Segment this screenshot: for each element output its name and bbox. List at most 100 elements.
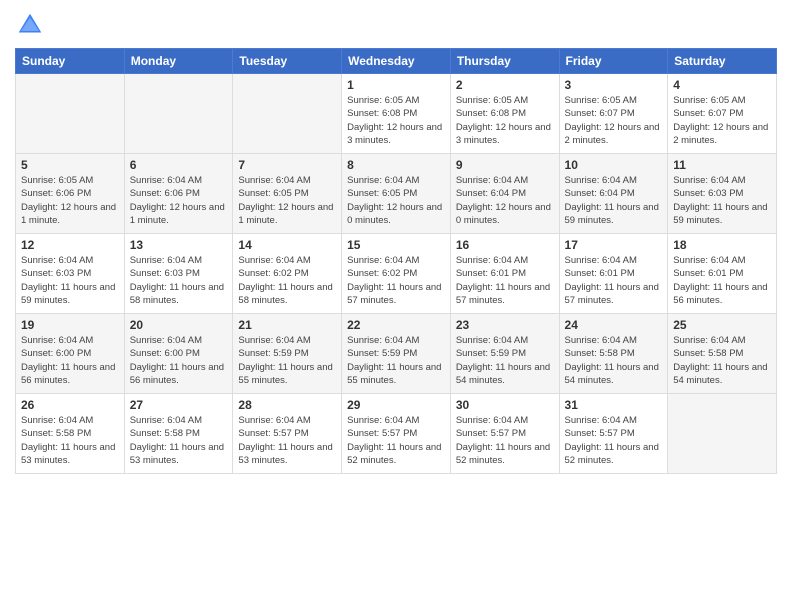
day-info: Sunrise: 6:04 AM Sunset: 6:03 PM Dayligh… xyxy=(130,254,228,307)
calendar-cell: 18 Sunrise: 6:04 AM Sunset: 6:01 PM Dayli… xyxy=(668,234,777,314)
day-info: Sunrise: 6:04 AM Sunset: 5:58 PM Dayligh… xyxy=(130,414,228,467)
day-number: 17 xyxy=(565,238,663,252)
logo-icon xyxy=(15,10,45,40)
day-info: Sunrise: 6:04 AM Sunset: 5:58 PM Dayligh… xyxy=(673,334,771,387)
calendar-cell: 17 Sunrise: 6:04 AM Sunset: 6:01 PM Dayli… xyxy=(559,234,668,314)
calendar-cell: 21Sunrise: 6:04 AM Sunset: 5:59 PM Dayli… xyxy=(233,314,342,394)
day-info: Sunrise: 6:04 AM Sunset: 5:57 PM Dayligh… xyxy=(347,414,445,467)
weekday-header-wednesday: Wednesday xyxy=(342,49,451,74)
day-info: Sunrise: 6:04 AM Sunset: 6:02 PM Dayligh… xyxy=(347,254,445,307)
calendar-header: SundayMondayTuesdayWednesdayThursdayFrid… xyxy=(16,49,777,74)
calendar-cell: 6 Sunrise: 6:04 AM Sunset: 6:06 PM Daylig… xyxy=(124,154,233,234)
calendar-cell: 29 Sunrise: 6:04 AM Sunset: 5:57 PM Dayli… xyxy=(342,394,451,474)
day-number: 8 xyxy=(347,158,445,172)
day-info: Sunrise: 6:04 AM Sunset: 6:01 PM Dayligh… xyxy=(456,254,554,307)
weekday-header-sunday: Sunday xyxy=(16,49,125,74)
calendar-cell xyxy=(16,74,125,154)
day-number: 18 xyxy=(673,238,771,252)
calendar-cell: 7 Sunrise: 6:04 AM Sunset: 6:05 PM Daylig… xyxy=(233,154,342,234)
day-number: 6 xyxy=(130,158,228,172)
logo xyxy=(15,10,49,40)
day-info: Sunrise: 6:04 AM Sunset: 6:05 PM Dayligh… xyxy=(238,174,336,227)
calendar-cell: 15 Sunrise: 6:04 AM Sunset: 6:02 PM Dayli… xyxy=(342,234,451,314)
day-info: Sunrise: 6:04 AM Sunset: 5:58 PM Dayligh… xyxy=(565,334,663,387)
calendar-cell: 2 Sunrise: 6:05 AM Sunset: 6:08 PM Daylig… xyxy=(450,74,559,154)
day-info: Sunrise: 6:04 AM Sunset: 6:01 PM Dayligh… xyxy=(673,254,771,307)
day-number: 20 xyxy=(130,318,228,332)
calendar-cell: 28 Sunrise: 6:04 AM Sunset: 5:57 PM Dayli… xyxy=(233,394,342,474)
calendar-cell xyxy=(668,394,777,474)
calendar-cell: 3 Sunrise: 6:05 AM Sunset: 6:07 PM Daylig… xyxy=(559,74,668,154)
day-number: 23 xyxy=(456,318,554,332)
day-info: Sunrise: 6:05 AM Sunset: 6:07 PM Dayligh… xyxy=(565,94,663,147)
day-number: 3 xyxy=(565,78,663,92)
day-number: 27 xyxy=(130,398,228,412)
weekday-header-monday: Monday xyxy=(124,49,233,74)
day-info: Sunrise: 6:04 AM Sunset: 6:05 PM Dayligh… xyxy=(347,174,445,227)
calendar-cell: 12 Sunrise: 6:04 AM Sunset: 6:03 PM Dayli… xyxy=(16,234,125,314)
day-number: 15 xyxy=(347,238,445,252)
calendar-cell: 4 Sunrise: 6:05 AM Sunset: 6:07 PM Daylig… xyxy=(668,74,777,154)
day-info: Sunrise: 6:04 AM Sunset: 6:04 PM Dayligh… xyxy=(456,174,554,227)
day-number: 9 xyxy=(456,158,554,172)
day-info: Sunrise: 6:04 AM Sunset: 6:04 PM Dayligh… xyxy=(565,174,663,227)
calendar-cell xyxy=(124,74,233,154)
calendar-cell: 14Sunrise: 6:04 AM Sunset: 6:02 PM Dayli… xyxy=(233,234,342,314)
calendar-week-3: 12 Sunrise: 6:04 AM Sunset: 6:03 PM Dayli… xyxy=(16,234,777,314)
day-info: Sunrise: 6:04 AM Sunset: 6:06 PM Dayligh… xyxy=(130,174,228,227)
day-info: Sunrise: 6:04 AM Sunset: 6:01 PM Dayligh… xyxy=(565,254,663,307)
day-info: Sunrise: 6:04 AM Sunset: 6:03 PM Dayligh… xyxy=(21,254,119,307)
day-number: 30 xyxy=(456,398,554,412)
day-number: 1 xyxy=(347,78,445,92)
day-info: Sunrise: 6:05 AM Sunset: 6:06 PM Dayligh… xyxy=(21,174,119,227)
weekday-header-row: SundayMondayTuesdayWednesdayThursdayFrid… xyxy=(16,49,777,74)
calendar-cell: 1 Sunrise: 6:05 AM Sunset: 6:08 PM Daylig… xyxy=(342,74,451,154)
calendar-week-1: 1 Sunrise: 6:05 AM Sunset: 6:08 PM Daylig… xyxy=(16,74,777,154)
calendar-table: SundayMondayTuesdayWednesdayThursdayFrid… xyxy=(15,48,777,474)
day-number: 4 xyxy=(673,78,771,92)
calendar-cell: 31Sunrise: 6:04 AM Sunset: 5:57 PM Dayli… xyxy=(559,394,668,474)
day-info: Sunrise: 6:04 AM Sunset: 5:57 PM Dayligh… xyxy=(565,414,663,467)
page: SundayMondayTuesdayWednesdayThursdayFrid… xyxy=(0,0,792,612)
calendar-cell: 13 Sunrise: 6:04 AM Sunset: 6:03 PM Dayli… xyxy=(124,234,233,314)
day-number: 12 xyxy=(21,238,119,252)
calendar-cell: 5 Sunrise: 6:05 AM Sunset: 6:06 PM Daylig… xyxy=(16,154,125,234)
day-number: 19 xyxy=(21,318,119,332)
day-number: 7 xyxy=(238,158,336,172)
day-info: Sunrise: 6:04 AM Sunset: 5:58 PM Dayligh… xyxy=(21,414,119,467)
weekday-header-thursday: Thursday xyxy=(450,49,559,74)
day-number: 28 xyxy=(238,398,336,412)
day-info: Sunrise: 6:05 AM Sunset: 6:08 PM Dayligh… xyxy=(347,94,445,147)
calendar-cell: 16Sunrise: 6:04 AM Sunset: 6:01 PM Dayli… xyxy=(450,234,559,314)
calendar-cell: 27 Sunrise: 6:04 AM Sunset: 5:58 PM Dayli… xyxy=(124,394,233,474)
weekday-header-friday: Friday xyxy=(559,49,668,74)
day-number: 13 xyxy=(130,238,228,252)
day-info: Sunrise: 6:05 AM Sunset: 6:08 PM Dayligh… xyxy=(456,94,554,147)
day-number: 26 xyxy=(21,398,119,412)
header xyxy=(15,10,777,40)
day-info: Sunrise: 6:04 AM Sunset: 6:02 PM Dayligh… xyxy=(238,254,336,307)
calendar-week-2: 5 Sunrise: 6:05 AM Sunset: 6:06 PM Daylig… xyxy=(16,154,777,234)
day-info: Sunrise: 6:04 AM Sunset: 6:03 PM Dayligh… xyxy=(673,174,771,227)
calendar-cell: 22Sunrise: 6:04 AM Sunset: 5:59 PM Dayli… xyxy=(342,314,451,394)
day-number: 10 xyxy=(565,158,663,172)
weekday-header-saturday: Saturday xyxy=(668,49,777,74)
day-number: 29 xyxy=(347,398,445,412)
calendar-cell: 8 Sunrise: 6:04 AM Sunset: 6:05 PM Daylig… xyxy=(342,154,451,234)
calendar-cell: 24 Sunrise: 6:04 AM Sunset: 5:58 PM Dayli… xyxy=(559,314,668,394)
weekday-header-tuesday: Tuesday xyxy=(233,49,342,74)
day-info: Sunrise: 6:04 AM Sunset: 5:59 PM Dayligh… xyxy=(347,334,445,387)
day-info: Sunrise: 6:05 AM Sunset: 6:07 PM Dayligh… xyxy=(673,94,771,147)
day-number: 5 xyxy=(21,158,119,172)
day-number: 25 xyxy=(673,318,771,332)
day-info: Sunrise: 6:04 AM Sunset: 5:57 PM Dayligh… xyxy=(238,414,336,467)
day-number: 2 xyxy=(456,78,554,92)
calendar-cell: 20Sunrise: 6:04 AM Sunset: 6:00 PM Dayli… xyxy=(124,314,233,394)
calendar-body: 1 Sunrise: 6:05 AM Sunset: 6:08 PM Daylig… xyxy=(16,74,777,474)
day-number: 11 xyxy=(673,158,771,172)
calendar-cell: 25 Sunrise: 6:04 AM Sunset: 5:58 PM Dayli… xyxy=(668,314,777,394)
calendar-cell: 9 Sunrise: 6:04 AM Sunset: 6:04 PM Daylig… xyxy=(450,154,559,234)
calendar-cell: 26 Sunrise: 6:04 AM Sunset: 5:58 PM Dayli… xyxy=(16,394,125,474)
calendar-cell: 19Sunrise: 6:04 AM Sunset: 6:00 PM Dayli… xyxy=(16,314,125,394)
day-number: 24 xyxy=(565,318,663,332)
